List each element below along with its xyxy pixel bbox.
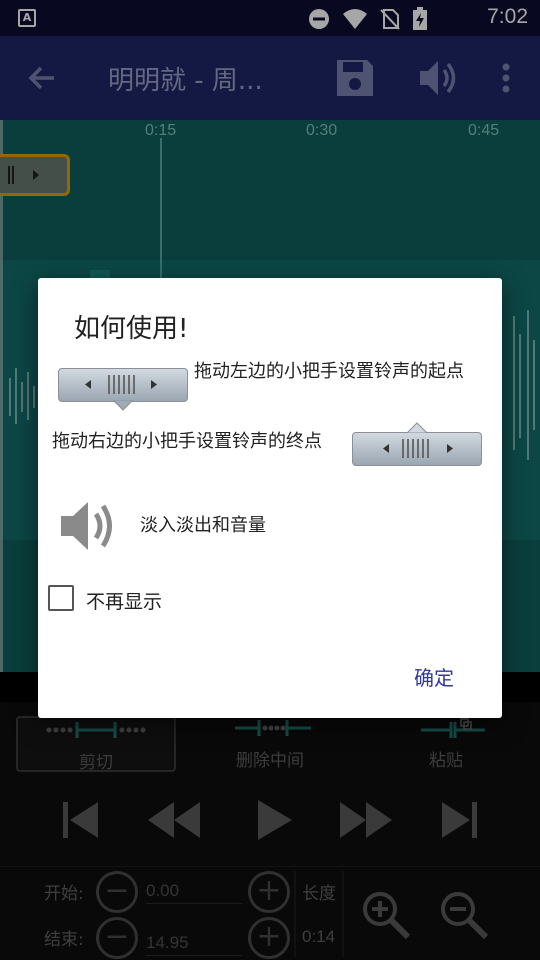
right-handle-illustration-icon bbox=[352, 422, 482, 466]
right-handle-instruction: 拖动右边的小把手设置铃声的终点 bbox=[52, 431, 322, 452]
dont-show-again-label[interactable]: 不再显示 bbox=[86, 587, 162, 614]
ok-button[interactable]: 确定 bbox=[414, 662, 454, 691]
dialog-title: 如何使用! bbox=[74, 314, 189, 344]
left-handle-illustration-icon bbox=[58, 368, 188, 411]
left-handle-instruction: 拖动左边的小把手设置铃声的起点 bbox=[194, 361, 464, 382]
how-to-use-dialog: 如何使用! 拖动左边的小把手设置铃声的起点 拖动右边的小把手设置铃声的终点 淡入… bbox=[38, 278, 502, 718]
dont-show-again-checkbox[interactable] bbox=[48, 585, 74, 611]
volume-fade-icon bbox=[61, 502, 112, 550]
fade-volume-text: 淡入淡出和音量 bbox=[140, 515, 266, 536]
